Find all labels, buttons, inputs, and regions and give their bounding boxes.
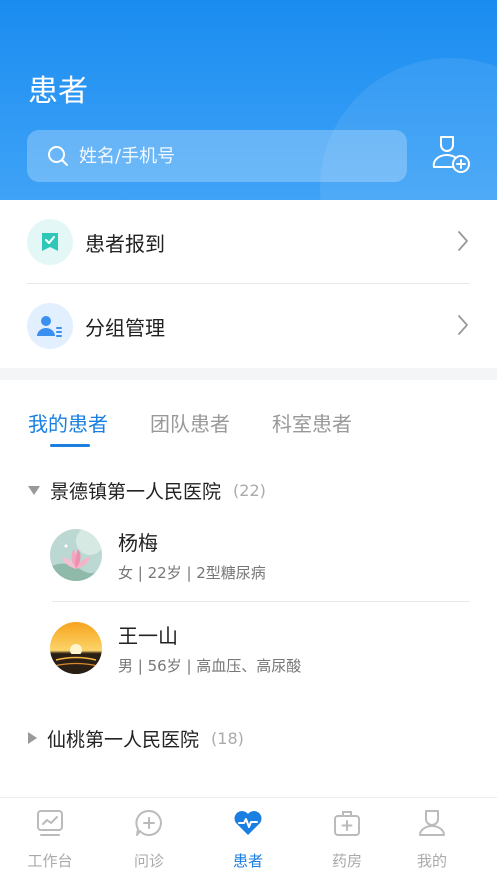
menu-item-patient-checkin[interactable]: 患者报到 <box>0 200 497 284</box>
tabbar-label: 我的 <box>416 852 447 870</box>
group-name: 景德镇第一人民医院 <box>50 480 222 503</box>
tabbar-item-workbench[interactable]: 工作台 <box>10 808 90 871</box>
search-input[interactable] <box>79 145 379 167</box>
patient-tabs: 我的患者 团队患者 科室患者 <box>0 400 497 450</box>
patient-meta: 女 | 22岁 | 2型糖尿病 <box>118 564 266 582</box>
search-icon <box>48 146 68 166</box>
group-header[interactable]: 景德镇第一人民医院 (22) <box>0 472 497 508</box>
chevron-right-icon <box>458 315 468 335</box>
section-gap <box>0 368 497 380</box>
group-header[interactable]: 仙桃第一人民医院 (18) <box>0 720 497 756</box>
bottom-tab-bar: 工作台 问诊 患者 药房 我的 <box>0 797 497 883</box>
tabbar-item-patients[interactable]: 患者 <box>208 808 288 871</box>
patient-meta: 男 | 56岁 | 高血压、高尿酸 <box>118 657 302 675</box>
menu-item-label: 患者报到 <box>85 231 165 256</box>
patient-name: 杨梅 <box>118 531 158 555</box>
tabbar-label: 患者 <box>232 852 263 870</box>
hospital-group: 仙桃第一人民医院 (18) <box>0 720 497 756</box>
menu-item-label: 分组管理 <box>85 315 165 340</box>
group-count: (22) <box>233 480 266 500</box>
medkit-icon <box>334 811 360 836</box>
tabbar-label: 问诊 <box>133 852 164 870</box>
hospital-group: 景德镇第一人民医院 (22) <box>0 472 497 508</box>
chart-icon <box>37 810 63 836</box>
menu-icon-bg <box>27 303 73 349</box>
add-patient-icon[interactable] <box>428 133 472 177</box>
menu-item-group-manage[interactable]: 分组管理 <box>0 284 497 368</box>
patient-name: 王一山 <box>118 624 178 648</box>
patient-row[interactable]: 杨梅 女 | 22岁 | 2型糖尿病 <box>50 509 470 601</box>
active-tab-indicator <box>50 444 90 447</box>
tabbar-item-mine[interactable]: 我的 <box>392 808 472 871</box>
patient-row[interactable]: 王一山 男 | 56岁 | 高血压、高尿酸 <box>50 602 470 694</box>
menu-icon-bg <box>27 219 73 265</box>
quick-menu: 患者报到 分组管理 <box>0 200 497 368</box>
search-bar[interactable] <box>27 130 407 182</box>
chat-plus-icon <box>135 809 162 836</box>
heart-pulse-icon <box>234 811 262 835</box>
tab-team-patients[interactable]: 团队患者 <box>150 408 230 437</box>
page-title: 患者 <box>28 74 88 109</box>
header: 患者 <box>0 0 497 200</box>
avatar <box>50 529 102 581</box>
tabbar-label: 工作台 <box>27 852 73 870</box>
tabbar-label: 药房 <box>331 852 362 870</box>
tab-department-patients[interactable]: 科室患者 <box>272 408 352 437</box>
tabbar-item-pharmacy[interactable]: 药房 <box>307 808 387 871</box>
group-manage-icon <box>37 316 62 337</box>
group-name: 仙桃第一人民医院 <box>47 728 200 751</box>
lotus-avatar <box>50 529 102 581</box>
check-bookmark-icon <box>42 233 58 251</box>
avatar <box>50 622 102 674</box>
group-count: (18) <box>211 728 244 748</box>
sunset-avatar <box>50 622 102 674</box>
expand-triangle-icon <box>28 485 40 495</box>
chevron-right-icon <box>458 231 468 251</box>
tabbar-item-consult[interactable]: 问诊 <box>109 808 189 871</box>
user-icon <box>419 810 445 836</box>
tab-my-patients[interactable]: 我的患者 <box>28 408 108 437</box>
collapse-triangle-icon <box>28 732 37 744</box>
